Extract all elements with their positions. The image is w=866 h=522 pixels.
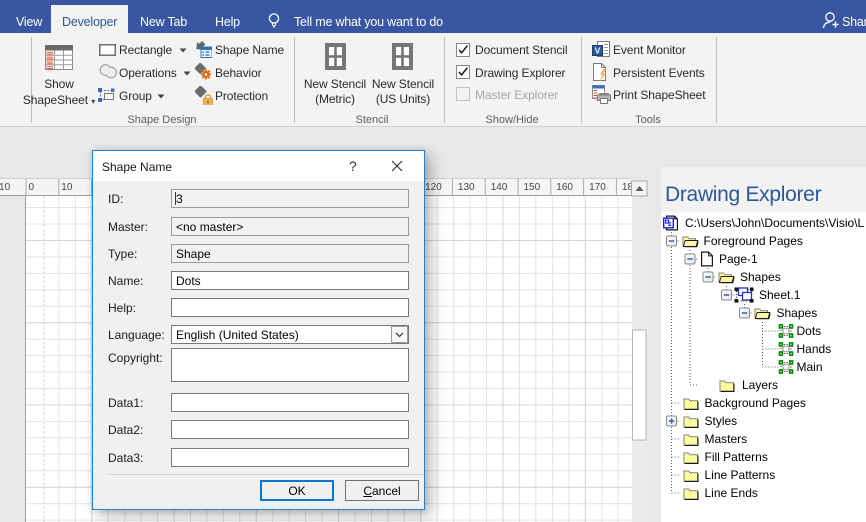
svg-text:140: 140 bbox=[491, 182, 508, 193]
svg-text:120: 120 bbox=[425, 182, 442, 193]
svg-text:Layers: Layers bbox=[742, 378, 778, 392]
svg-text:Sheet.1: Sheet.1 bbox=[759, 288, 801, 302]
svg-text:Shapes: Shapes bbox=[740, 270, 781, 284]
svg-text:10: 10 bbox=[61, 182, 73, 193]
svg-text:V: V bbox=[595, 46, 601, 56]
svg-text:150: 150 bbox=[524, 182, 541, 193]
svg-text:Dots: Dots bbox=[797, 324, 822, 338]
svg-text:Styles: Styles bbox=[705, 414, 738, 428]
svg-text:Shapes: Shapes bbox=[777, 306, 818, 320]
svg-text:-10: -10 bbox=[0, 182, 11, 193]
svg-text:Hands: Hands bbox=[797, 342, 832, 356]
svg-text:Foreground Pages: Foreground Pages bbox=[704, 234, 803, 248]
svg-text:130: 130 bbox=[458, 182, 475, 193]
svg-text:C:\Users\John\Documents\Visio\: C:\Users\John\Documents\Visio\L bbox=[685, 216, 865, 230]
svg-text:Background Pages: Background Pages bbox=[705, 396, 806, 410]
svg-text:Line Patterns: Line Patterns bbox=[705, 468, 776, 482]
svg-text:Fill Patterns: Fill Patterns bbox=[705, 450, 768, 464]
svg-text:Masters: Masters bbox=[705, 432, 748, 446]
svg-text:170: 170 bbox=[589, 182, 606, 193]
svg-text:Main: Main bbox=[797, 360, 823, 374]
svg-text:Page-1: Page-1 bbox=[719, 252, 758, 266]
svg-text:0: 0 bbox=[29, 182, 35, 193]
svg-text:Line Ends: Line Ends bbox=[705, 486, 758, 500]
svg-text:160: 160 bbox=[556, 182, 573, 193]
